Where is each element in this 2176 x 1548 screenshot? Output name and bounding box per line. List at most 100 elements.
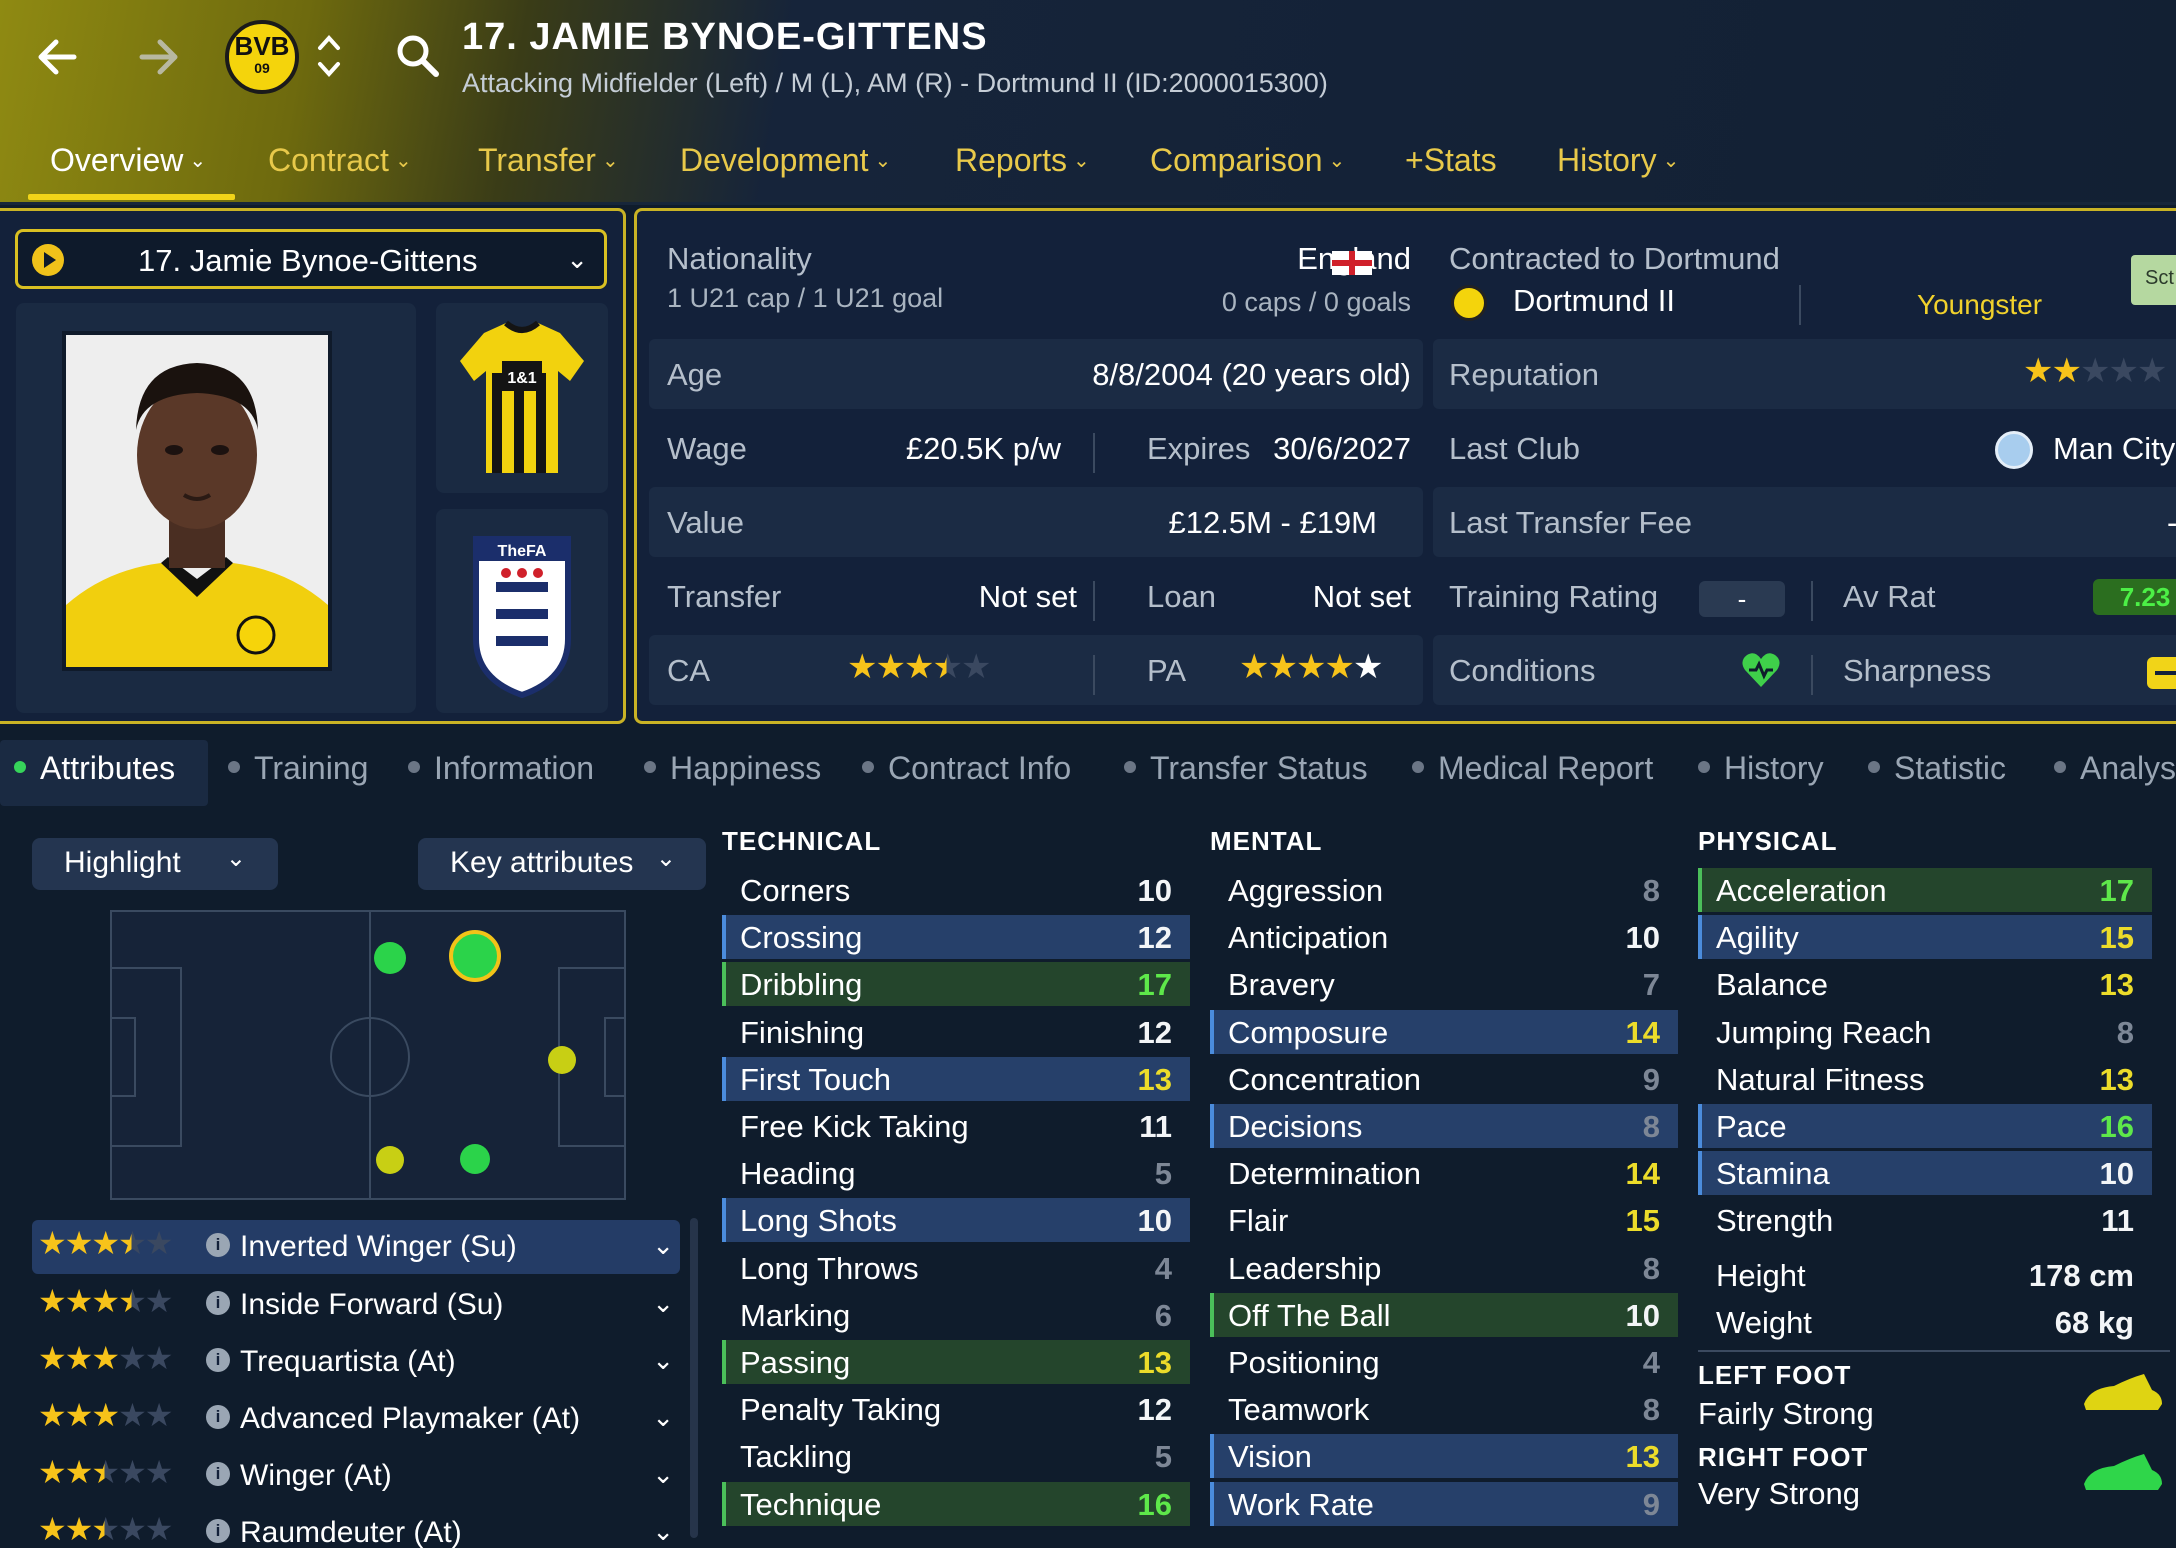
attribute-row[interactable]: Acceleration 17: [1698, 868, 2152, 912]
attribute-row[interactable]: Work Rate 9: [1210, 1481, 1678, 1526]
attribute-value: 17: [1137, 967, 1172, 1003]
attribute-row[interactable]: Tackling 5: [722, 1434, 1190, 1478]
attribute-row[interactable]: Dribbling 17: [722, 962, 1190, 1007]
chevron-down-icon[interactable]: ⌄: [652, 1345, 674, 1376]
key-attributes-dropdown[interactable]: Key attributes ⌄: [418, 838, 706, 890]
subtab-information[interactable]: Information: [408, 750, 594, 787]
role-list-scrollbar[interactable]: [690, 1218, 698, 1538]
player-profile-card: 17. Jamie Bynoe-Gittens ⌄ 1&1 TheFA: [0, 208, 626, 724]
attribute-row[interactable]: Crossing 12: [722, 915, 1190, 960]
subtab-happiness[interactable]: Happiness: [644, 750, 821, 787]
attribute-row[interactable]: Finishing 12: [722, 1010, 1190, 1054]
info-icon[interactable]: i: [206, 1233, 230, 1257]
attribute-row[interactable]: Natural Fitness 13: [1698, 1057, 2152, 1101]
chevron-down-icon[interactable]: ⌄: [652, 1459, 674, 1490]
attribute-row[interactable]: Flair 15: [1210, 1198, 1678, 1242]
role-name: Advanced Playmaker (At): [240, 1402, 581, 1435]
attribute-name: Marking: [740, 1297, 851, 1333]
player-selector[interactable]: 17. Jamie Bynoe-Gittens ⌄: [15, 229, 607, 289]
attribute-row[interactable]: Teamwork 8: [1210, 1387, 1678, 1431]
tab-reports[interactable]: Reports ⌄: [955, 142, 1090, 179]
role-name: Trequartista (At): [240, 1345, 456, 1378]
role-row[interactable]: ★★★★★ i Winger (At) ⌄: [32, 1449, 680, 1503]
nationality-value: England: [1197, 241, 1411, 277]
search-icon[interactable]: [390, 28, 446, 84]
attribute-row[interactable]: Off The Ball 10: [1210, 1292, 1678, 1337]
info-icon[interactable]: i: [206, 1348, 230, 1372]
attribute-row[interactable]: Pace 16: [1698, 1104, 2152, 1148]
team-value[interactable]: Dortmund II: [1513, 283, 1675, 319]
attribute-row[interactable]: Passing 13: [722, 1340, 1190, 1384]
status-chip[interactable]: Sct: [2131, 255, 2176, 305]
up-down-chevron-icon[interactable]: [314, 26, 344, 86]
chevron-down-icon[interactable]: ⌄: [652, 1516, 674, 1547]
last-club-value[interactable]: Man City: [2053, 431, 2175, 467]
tab-development[interactable]: Development ⌄: [680, 142, 891, 179]
attribute-row[interactable]: Aggression 8: [1210, 868, 1678, 912]
subtab-medical-report[interactable]: Medical Report: [1412, 750, 1653, 787]
tab-transfer[interactable]: Transfer ⌄: [478, 142, 619, 179]
club-badge[interactable]: BVB 09: [225, 20, 299, 94]
tab-comparison[interactable]: Comparison ⌄: [1150, 142, 1345, 179]
tab-overview[interactable]: Overview ⌄: [50, 142, 206, 179]
role-row[interactable]: ★★★★★ i Inside Forward (Su) ⌄: [32, 1278, 680, 1332]
attribute-row[interactable]: Long Throws 4: [722, 1246, 1190, 1290]
attribute-row[interactable]: Technique 16: [722, 1481, 1190, 1526]
tab-stats[interactable]: +Stats: [1405, 142, 1497, 179]
attribute-row[interactable]: Stamina 10: [1698, 1151, 2152, 1196]
forward-arrow-icon[interactable]: [124, 22, 194, 92]
back-arrow-icon[interactable]: [22, 22, 92, 92]
attribute-name: Composure: [1228, 1014, 1389, 1050]
subtab-history[interactable]: History: [1698, 750, 1824, 787]
tab-history[interactable]: History ⌄: [1557, 142, 1679, 179]
attribute-row[interactable]: Balance 13: [1698, 962, 2152, 1006]
subtab-training[interactable]: Training: [228, 750, 368, 787]
attribute-row[interactable]: Positioning 4: [1210, 1340, 1678, 1384]
subtab-attributes[interactable]: Attributes: [14, 750, 175, 787]
attribute-row[interactable]: Decisions 8: [1210, 1104, 1678, 1148]
transfer-value: Not set: [978, 579, 1077, 614]
attribute-row[interactable]: Jumping Reach 8: [1698, 1010, 2152, 1054]
role-row[interactable]: ★★★★★ i Advanced Playmaker (At) ⌄: [32, 1392, 680, 1446]
value-label: Value: [667, 505, 744, 540]
role-stars: ★★★★★: [38, 1397, 173, 1433]
role-row[interactable]: ★★★★★ i Inverted Winger (Su) ⌄: [32, 1220, 680, 1274]
attribute-name: Decisions: [1228, 1109, 1363, 1144]
subtab-analysis[interactable]: Analys: [2054, 750, 2176, 787]
attribute-row[interactable]: Agility 15: [1698, 915, 2152, 960]
attribute-row[interactable]: Corners 10: [722, 868, 1190, 912]
club-badge-sub: 09: [254, 60, 270, 76]
chevron-down-icon[interactable]: ⌄: [652, 1402, 674, 1433]
attribute-row[interactable]: Concentration 9: [1210, 1057, 1678, 1101]
attribute-row[interactable]: Marking 6: [722, 1293, 1190, 1337]
info-icon[interactable]: i: [206, 1519, 230, 1543]
info-icon[interactable]: i: [206, 1462, 230, 1486]
attribute-row[interactable]: Leadership 8: [1210, 1246, 1678, 1290]
chevron-down-icon[interactable]: ⌄: [652, 1230, 674, 1261]
attribute-row[interactable]: Anticipation 10: [1210, 915, 1678, 959]
tab-contract[interactable]: Contract ⌄: [268, 142, 412, 179]
attribute-row[interactable]: Penalty Taking 12: [722, 1387, 1190, 1431]
info-icon[interactable]: i: [206, 1291, 230, 1315]
attribute-value: 10: [1137, 873, 1172, 908]
subtab-statistic[interactable]: Statistic: [1868, 750, 2006, 787]
attribute-name: Anticipation: [1228, 920, 1389, 956]
attribute-row[interactable]: First Touch 13: [722, 1056, 1190, 1101]
attribute-row[interactable]: Strength 11: [1698, 1198, 2152, 1242]
subtab-transfer-status[interactable]: Transfer Status: [1124, 750, 1368, 787]
attribute-row[interactable]: Composure 14: [1210, 1009, 1678, 1054]
attribute-row[interactable]: Determination 14: [1210, 1151, 1678, 1195]
subtab-contract-info[interactable]: Contract Info: [862, 750, 1071, 787]
role-row[interactable]: ★★★★★ i Trequartista (At) ⌄: [32, 1335, 680, 1389]
svg-text:TheFA: TheFA: [498, 543, 547, 560]
attribute-row[interactable]: Long Shots 10: [722, 1198, 1190, 1243]
attribute-row[interactable]: Bravery 7: [1210, 962, 1678, 1006]
role-row[interactable]: ★★★★★ i Raumdeuter (At) ⌄: [32, 1506, 680, 1548]
highlight-dropdown[interactable]: Highlight ⌄: [32, 838, 278, 890]
attribute-row[interactable]: Free Kick Taking 11: [722, 1104, 1190, 1148]
attribute-row[interactable]: Vision 13: [1210, 1434, 1678, 1479]
chevron-down-icon[interactable]: ⌄: [652, 1288, 674, 1319]
av-rat-label: Av Rat: [1843, 579, 1936, 614]
info-icon[interactable]: i: [206, 1405, 230, 1429]
attribute-row[interactable]: Heading 5: [722, 1151, 1190, 1195]
